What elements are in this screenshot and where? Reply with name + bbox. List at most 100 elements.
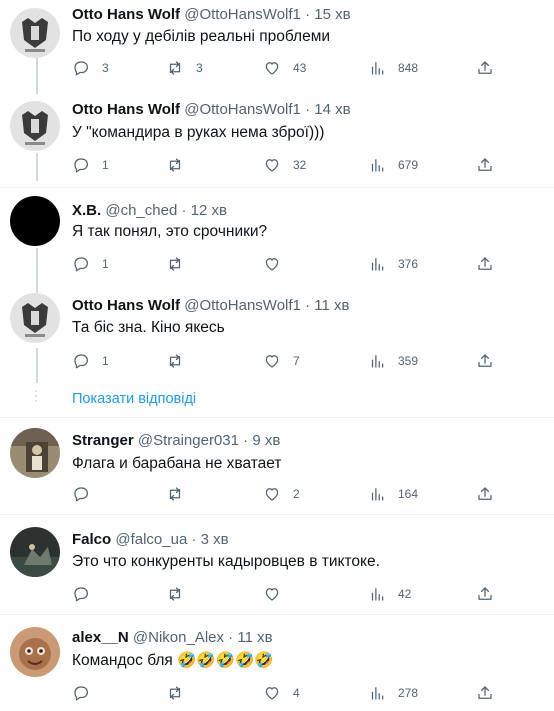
- views-button[interactable]: 679: [368, 153, 418, 177]
- author-handle[interactable]: @falco_ua: [115, 531, 187, 548]
- like-button[interactable]: [263, 252, 293, 276]
- like-button[interactable]: 32: [263, 153, 306, 177]
- share-icon: [476, 352, 494, 370]
- retweet-icon: [166, 485, 184, 503]
- views-button[interactable]: 42: [368, 582, 411, 606]
- avatar[interactable]: [10, 627, 60, 677]
- reply-button[interactable]: 1: [72, 252, 109, 276]
- retweet-button[interactable]: [166, 252, 196, 276]
- views-button[interactable]: 278: [368, 681, 418, 705]
- timestamp[interactable]: 11 хв: [237, 629, 272, 646]
- share-button[interactable]: [476, 681, 494, 705]
- tweet[interactable]: Otto Hans Wolf @OttoHansWolf1 · 15 хв По…: [0, 0, 554, 90]
- avatar[interactable]: [10, 293, 60, 343]
- action-bar: 4 278: [60, 681, 520, 705]
- views-button[interactable]: 359: [368, 349, 418, 373]
- tweet[interactable]: Falco @falco_ua · 3 хв Это что конкурент…: [0, 515, 554, 613]
- author-name[interactable]: alex__N: [72, 629, 129, 646]
- action-bar: 1 7 359: [60, 349, 520, 373]
- author-name[interactable]: Otto Hans Wolf: [72, 101, 180, 118]
- views-button[interactable]: 164: [368, 482, 418, 506]
- retweet-button[interactable]: [166, 681, 196, 705]
- avatar[interactable]: [10, 196, 60, 246]
- retweet-button[interactable]: [166, 349, 196, 373]
- avatar[interactable]: [10, 8, 60, 58]
- timestamp[interactable]: 9 хв: [252, 432, 280, 449]
- like-icon: [263, 485, 281, 503]
- author-handle[interactable]: @ch_ched: [105, 202, 177, 219]
- views-count: 164: [398, 487, 419, 501]
- reply-button[interactable]: 1: [72, 349, 109, 373]
- tweet[interactable]: alex__N @Nikon_Alex · 11 хв Командос бля…: [0, 615, 554, 711]
- tweet-header: Otto Hans Wolf @OttoHansWolf1 · 15 хв: [72, 6, 351, 24]
- like-button[interactable]: 4: [263, 681, 300, 705]
- share-button[interactable]: [476, 252, 494, 276]
- tweet-header: alex__N @Nikon_Alex · 11 хв: [72, 629, 273, 647]
- reply-button[interactable]: [72, 582, 102, 606]
- show-replies-link[interactable]: Показати відповіді: [72, 391, 196, 407]
- views-icon: [368, 255, 386, 273]
- views-button[interactable]: 848: [368, 56, 418, 80]
- like-button[interactable]: 7: [263, 349, 300, 373]
- views-icon: [368, 485, 386, 503]
- like-count: 2: [293, 487, 300, 501]
- timestamp[interactable]: 12 хв: [191, 202, 227, 219]
- like-icon: [263, 59, 281, 77]
- retweet-button[interactable]: [166, 153, 196, 177]
- author-name[interactable]: Otto Hans Wolf: [72, 297, 180, 314]
- share-button[interactable]: [476, 56, 494, 80]
- action-bar: 3 3 43 848: [60, 56, 520, 80]
- author-name[interactable]: X.B.: [72, 202, 101, 219]
- views-icon: [368, 684, 386, 702]
- like-button[interactable]: 2: [263, 482, 300, 506]
- tweet[interactable]: Otto Hans Wolf @OttoHansWolf1 · 11 хв Та…: [0, 285, 554, 380]
- like-button[interactable]: [263, 582, 293, 606]
- reply-count: 3: [102, 61, 109, 75]
- tweet-text: Командос бля 🤣🤣🤣🤣🤣: [72, 652, 274, 669]
- retweet-button[interactable]: [166, 482, 196, 506]
- timestamp[interactable]: 11 хв: [314, 297, 349, 314]
- separator: ·: [305, 101, 311, 118]
- author-name[interactable]: Otto Hans Wolf: [72, 6, 180, 23]
- reply-button[interactable]: 1: [72, 153, 109, 177]
- retweet-count: 3: [196, 61, 203, 75]
- timestamp[interactable]: 15 хв: [314, 6, 350, 23]
- like-count: 32: [293, 158, 307, 172]
- reply-count: 1: [102, 354, 109, 368]
- retweet-icon: [166, 684, 184, 702]
- like-icon: [263, 255, 281, 273]
- author-name[interactable]: Falco: [72, 531, 111, 548]
- author-handle[interactable]: @Nikon_Alex: [133, 629, 224, 646]
- reply-button[interactable]: 3: [72, 56, 109, 80]
- views-icon: [368, 352, 386, 370]
- author-name[interactable]: Stranger: [72, 432, 134, 449]
- like-button[interactable]: 43: [263, 56, 306, 80]
- retweet-button[interactable]: 3: [166, 56, 203, 80]
- share-button[interactable]: [476, 349, 494, 373]
- share-button[interactable]: [476, 482, 494, 506]
- action-bar: 42: [60, 582, 520, 606]
- reply-icon: [72, 156, 90, 174]
- views-button[interactable]: 376: [368, 252, 418, 276]
- action-bar: 1 32 679: [60, 153, 520, 177]
- author-handle[interactable]: @OttoHansWolf1: [184, 6, 301, 23]
- avatar[interactable]: [10, 527, 60, 577]
- tweet[interactable]: Stranger @Strainger031 · 9 хв Флага и ба…: [0, 418, 554, 513]
- reply-count: 1: [102, 158, 109, 172]
- tweet[interactable]: Otto Hans Wolf @OttoHansWolf1 · 14 хв У …: [0, 90, 554, 185]
- author-handle[interactable]: @OttoHansWolf1: [184, 297, 301, 314]
- reply-count: 1: [102, 257, 109, 271]
- tweet[interactable]: X.B. @ch_ched · 12 хв Я так понял, это с…: [0, 188, 554, 283]
- timestamp[interactable]: 14 хв: [314, 101, 350, 118]
- share-button[interactable]: [476, 153, 494, 177]
- reply-button[interactable]: [72, 482, 102, 506]
- author-handle[interactable]: @Strainger031: [138, 432, 239, 449]
- avatar[interactable]: [10, 101, 60, 151]
- share-button[interactable]: [476, 582, 494, 606]
- retweet-button[interactable]: [166, 582, 196, 606]
- avatar[interactable]: [10, 428, 60, 478]
- author-handle[interactable]: @OttoHansWolf1: [184, 101, 301, 118]
- timestamp[interactable]: 3 хв: [201, 531, 229, 548]
- reply-button[interactable]: [72, 681, 102, 705]
- tweet-text: У "командира в руках нема зброї))): [72, 124, 325, 141]
